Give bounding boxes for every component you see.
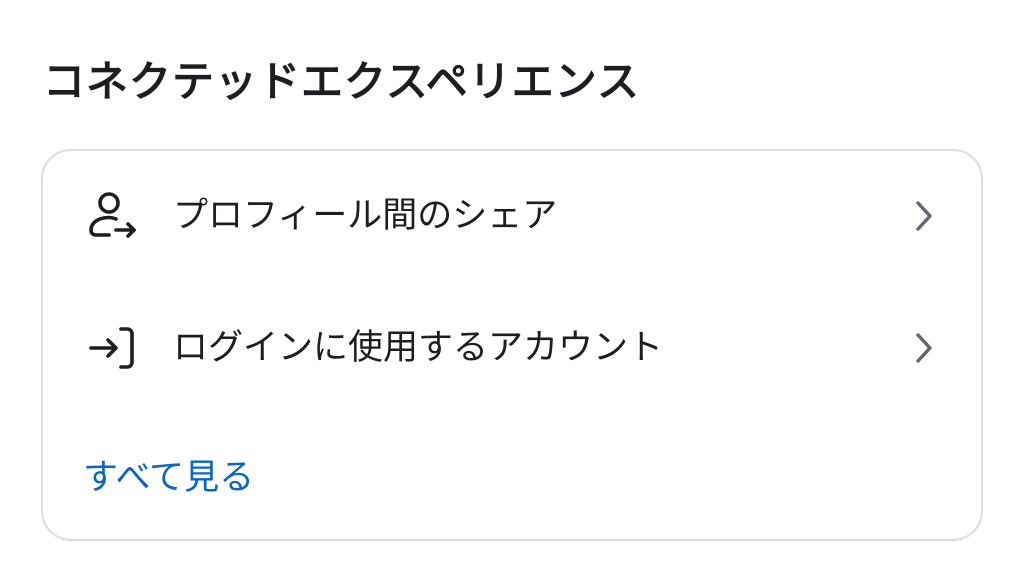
profile-sharing-label: プロフィール間のシェア: [173, 196, 558, 236]
profile-sharing-row[interactable]: プロフィール間のシェア: [43, 166, 981, 266]
section-title: コネクテッドエクスペリエンス: [43, 57, 640, 106]
see-all-link[interactable]: すべて見る: [83, 453, 254, 503]
login-accounts-row[interactable]: ログインに使用するアカウント: [43, 298, 981, 398]
connected-experiences-page: コネクテッドエクスペリエンス プロフィール間のシェア ログインに使用するアカウン…: [0, 0, 1024, 572]
profile-share-icon: [83, 186, 143, 246]
chevron-right-icon: [909, 196, 939, 236]
login-arrow-icon: [83, 318, 143, 378]
connected-experiences-card: プロフィール間のシェア ログインに使用するアカウント すべて見る: [41, 149, 983, 541]
chevron-right-icon: [909, 328, 939, 368]
login-accounts-label: ログインに使用するアカウント: [173, 328, 664, 368]
